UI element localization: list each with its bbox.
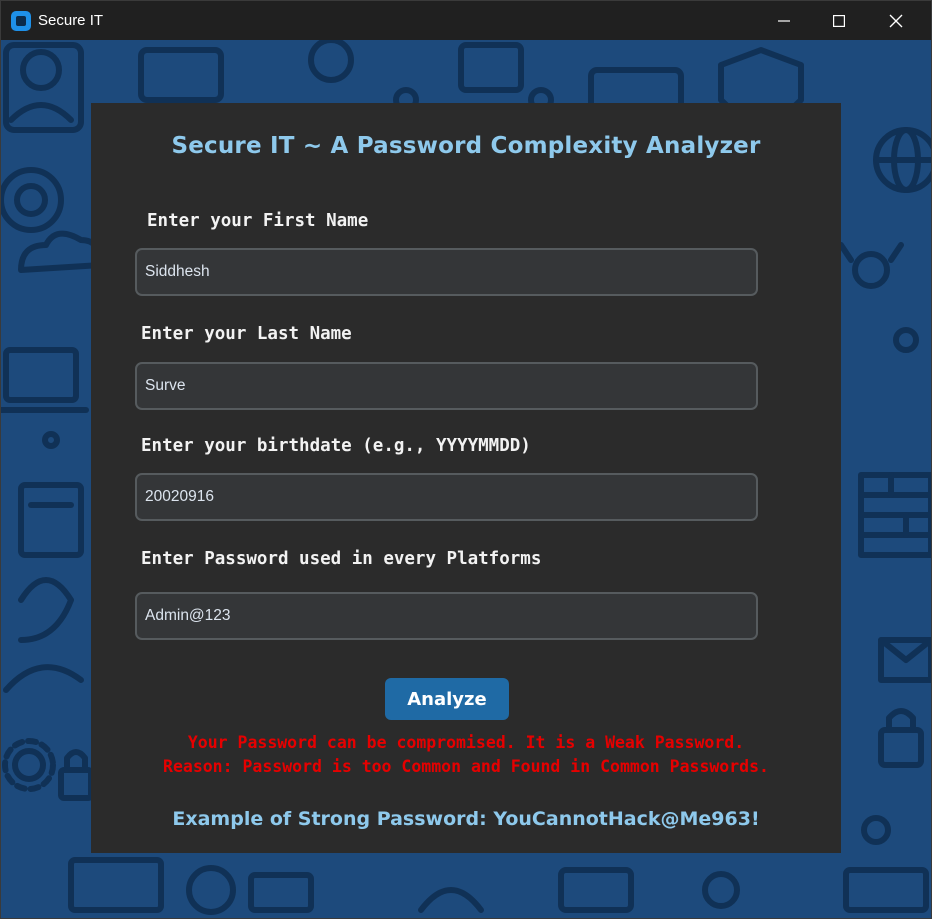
close-icon bbox=[889, 14, 903, 27]
strong-password-example: Example of Strong Password: YouCannotHac… bbox=[172, 808, 760, 830]
minimize-icon bbox=[778, 19, 790, 22]
result-message: Your Password can be compromised. It is … bbox=[187, 733, 745, 752]
password-input[interactable] bbox=[135, 592, 758, 640]
maximize-icon bbox=[833, 14, 845, 27]
window-title: Secure IT bbox=[38, 12, 104, 29]
minimize-button[interactable] bbox=[761, 1, 807, 40]
analyzer-panel: Secure IT ~ A Password Complexity Analyz… bbox=[91, 103, 841, 853]
birthdate-input[interactable] bbox=[135, 473, 758, 521]
analyze-button[interactable]: Analyze bbox=[385, 678, 509, 720]
maximize-button[interactable] bbox=[816, 1, 862, 40]
last-name-label: Enter your Last Name bbox=[141, 324, 352, 344]
page-title: Secure IT ~ A Password Complexity Analyz… bbox=[171, 133, 761, 159]
first-name-input[interactable] bbox=[135, 248, 758, 296]
last-name-input[interactable] bbox=[135, 362, 758, 410]
title-bar[interactable]: Secure IT bbox=[1, 1, 931, 40]
close-button[interactable] bbox=[873, 1, 919, 40]
password-label: Enter Password used in every Platforms bbox=[141, 549, 542, 569]
birthdate-label: Enter your birthdate (e.g., YYYYMMDD) bbox=[141, 436, 531, 456]
app-window: Secure IT Secure IT ~ A Password Complex… bbox=[0, 0, 932, 919]
result-reason: Reason: Password is too Common and Found… bbox=[163, 757, 769, 776]
first-name-label: Enter your First Name bbox=[147, 211, 369, 231]
app-icon bbox=[11, 11, 31, 31]
